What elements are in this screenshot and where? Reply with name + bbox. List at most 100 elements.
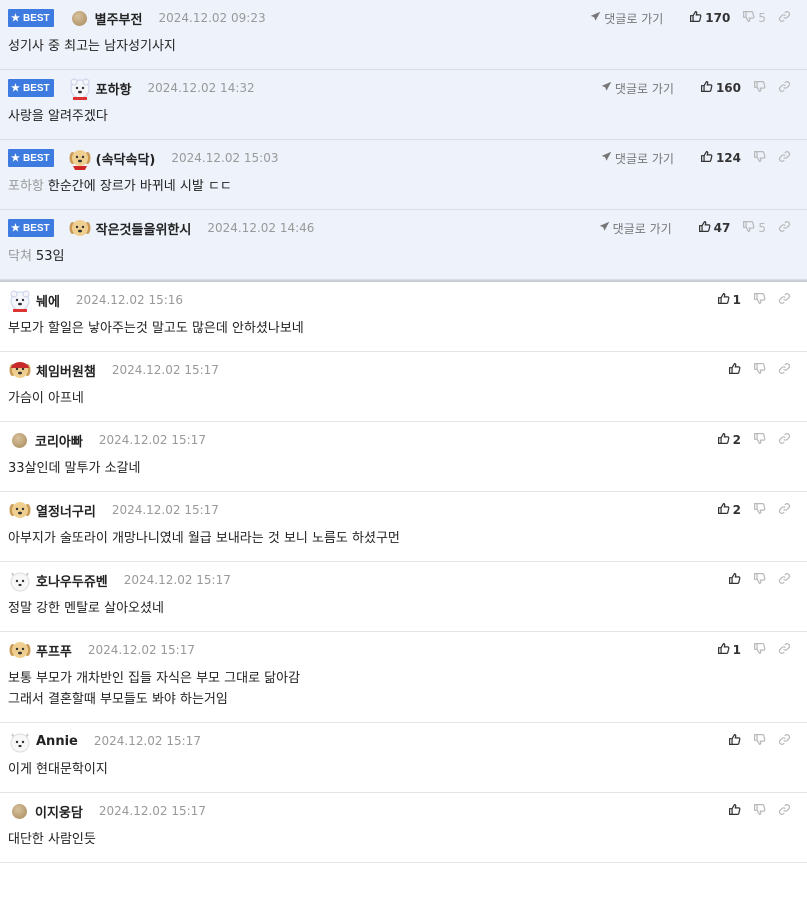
dislike-button[interactable] <box>753 362 766 378</box>
copy-link-button[interactable] <box>778 292 791 308</box>
avatar <box>12 803 27 819</box>
dislike-count: 5 <box>758 221 766 235</box>
send-icon <box>601 81 615 95</box>
copy-link-button[interactable] <box>778 733 791 749</box>
reply-mention[interactable]: 닥쳐 <box>8 249 32 264</box>
comment-text: 한순간에 장르가 바뀌네 시발 ㄷㄷ <box>47 179 232 194</box>
dislike-count: 5 <box>758 11 766 25</box>
timestamp: 2024.12.02 15:17 <box>111 363 219 377</box>
thumbs-down-icon <box>753 572 766 588</box>
like-button[interactable]: 2 <box>717 502 741 518</box>
comment-body: 사랑을 알려주겠다 <box>8 106 799 139</box>
avatar <box>12 432 27 448</box>
like-count: 124 <box>715 151 741 165</box>
nickname[interactable]: 코리아빠 <box>35 431 83 450</box>
link-icon <box>778 362 791 378</box>
comment-list: ★ BEST 별주부전 2024.12.02 09:23 댓글로 가기 170 5 성기사 중… <box>0 0 807 863</box>
like-button[interactable]: 124 <box>700 150 741 166</box>
copy-link-button[interactable] <box>778 220 791 236</box>
go-to-comment-link[interactable]: 댓글로 가기 <box>590 10 663 27</box>
copy-link-button[interactable] <box>778 10 791 26</box>
like-button[interactable]: 1 <box>717 642 741 658</box>
go-to-comment-link[interactable]: 댓글로 가기 <box>599 220 672 237</box>
like-button[interactable]: 2 <box>717 432 741 448</box>
thumbs-up-icon <box>689 10 702 26</box>
copy-link-button[interactable] <box>778 150 791 166</box>
dislike-button[interactable]: 5 <box>742 220 766 236</box>
comment-actions: 2 <box>705 422 791 458</box>
reply-mention[interactable]: 포하항 <box>8 179 44 194</box>
nickname[interactable]: 열정너구리 <box>36 501 96 520</box>
best-comment: ★ BEST (속닥속닥) 2024.12.02 15:03 댓글로 가기 124 포하항 한… <box>0 140 807 210</box>
best-comment: ★ BEST 작은것들을위한시 2024.12.02 14:46 댓글로 가기 47 5 닥쳐… <box>0 210 807 280</box>
go-to-comment-link[interactable]: 댓글로 가기 <box>601 150 674 167</box>
nickname[interactable]: 호나우두쥬벤 <box>36 571 108 590</box>
thumbs-up-icon <box>728 733 741 749</box>
comment-actions: 1 <box>705 632 791 668</box>
like-button[interactable] <box>728 362 741 378</box>
go-to-comment-link[interactable]: 댓글로 가기 <box>601 80 674 97</box>
thumbs-down-icon <box>753 432 766 448</box>
dislike-button[interactable] <box>753 432 766 448</box>
like-button[interactable] <box>728 733 741 749</box>
avatar <box>8 568 32 592</box>
comment-body: 대단한 사람인듯 <box>8 829 799 862</box>
nickname[interactable]: 작은것들을위한시 <box>96 219 192 238</box>
comment-header: 눼에 2024.12.02 15:16 1 <box>8 282 799 318</box>
avatar <box>8 638 32 662</box>
like-button[interactable]: 47 <box>698 220 731 236</box>
dislike-button[interactable] <box>753 150 766 166</box>
copy-link-button[interactable] <box>778 502 791 518</box>
star-icon: ★ <box>11 82 20 94</box>
comment-text: 가슴이 아프네 <box>8 391 84 406</box>
timestamp: 2024.12.02 15:03 <box>171 151 279 165</box>
link-icon <box>778 80 791 96</box>
nickname[interactable]: 별주부전 <box>95 9 143 28</box>
dislike-button[interactable] <box>753 292 766 308</box>
comment-text: 정말 강한 멘탈로 살아오셨네 <box>8 601 164 616</box>
timestamp: 2024.12.02 14:32 <box>147 81 255 95</box>
avatar <box>8 729 32 753</box>
avatar <box>8 498 32 522</box>
like-button[interactable] <box>728 572 741 588</box>
link-icon <box>778 432 791 448</box>
comment-header: 이지웅담 2024.12.02 15:17 <box>8 793 799 829</box>
thumbs-down-icon <box>753 502 766 518</box>
nickname[interactable]: (속닥속닥) <box>96 149 156 168</box>
link-icon <box>778 803 791 819</box>
dislike-button[interactable] <box>753 502 766 518</box>
comment-body: 33살인데 말투가 소갈네 <box>8 458 799 491</box>
like-button[interactable]: 1 <box>717 292 741 308</box>
comment-body: 성기사 중 최고는 남자성기사지 <box>8 36 799 69</box>
copy-link-button[interactable] <box>778 803 791 819</box>
nickname[interactable]: 푸프푸 <box>36 641 72 660</box>
dislike-button[interactable] <box>753 733 766 749</box>
nickname[interactable]: 이지웅담 <box>35 802 83 821</box>
nickname[interactable]: 체임버원챔 <box>36 361 96 380</box>
timestamp: 2024.12.02 15:16 <box>75 293 184 307</box>
timestamp: 2024.12.02 09:23 <box>158 11 266 25</box>
like-button[interactable] <box>728 803 741 819</box>
nickname[interactable]: 눼에 <box>36 291 60 310</box>
best-badge: ★ BEST <box>8 79 54 97</box>
nickname[interactable]: 포하항 <box>96 79 132 98</box>
dislike-button[interactable] <box>753 80 766 96</box>
star-icon: ★ <box>11 12 20 24</box>
like-button[interactable]: 160 <box>700 80 741 96</box>
timestamp: 2024.12.02 14:46 <box>207 221 315 235</box>
dislike-button[interactable]: 5 <box>742 10 766 26</box>
dislike-button[interactable] <box>753 572 766 588</box>
copy-link-button[interactable] <box>778 432 791 448</box>
avatar <box>71 10 87 26</box>
like-button[interactable]: 170 <box>689 10 730 26</box>
nickname[interactable]: Annie <box>36 734 78 749</box>
link-icon <box>778 572 791 588</box>
dislike-button[interactable] <box>753 642 766 658</box>
like-count: 47 <box>713 221 731 235</box>
comment-text: 보통 부모가 개차반인 집들 자식은 부모 그대로 닮아감 <box>8 671 301 686</box>
copy-link-button[interactable] <box>778 642 791 658</box>
copy-link-button[interactable] <box>778 362 791 378</box>
copy-link-button[interactable] <box>778 80 791 96</box>
copy-link-button[interactable] <box>778 572 791 588</box>
dislike-button[interactable] <box>753 803 766 819</box>
